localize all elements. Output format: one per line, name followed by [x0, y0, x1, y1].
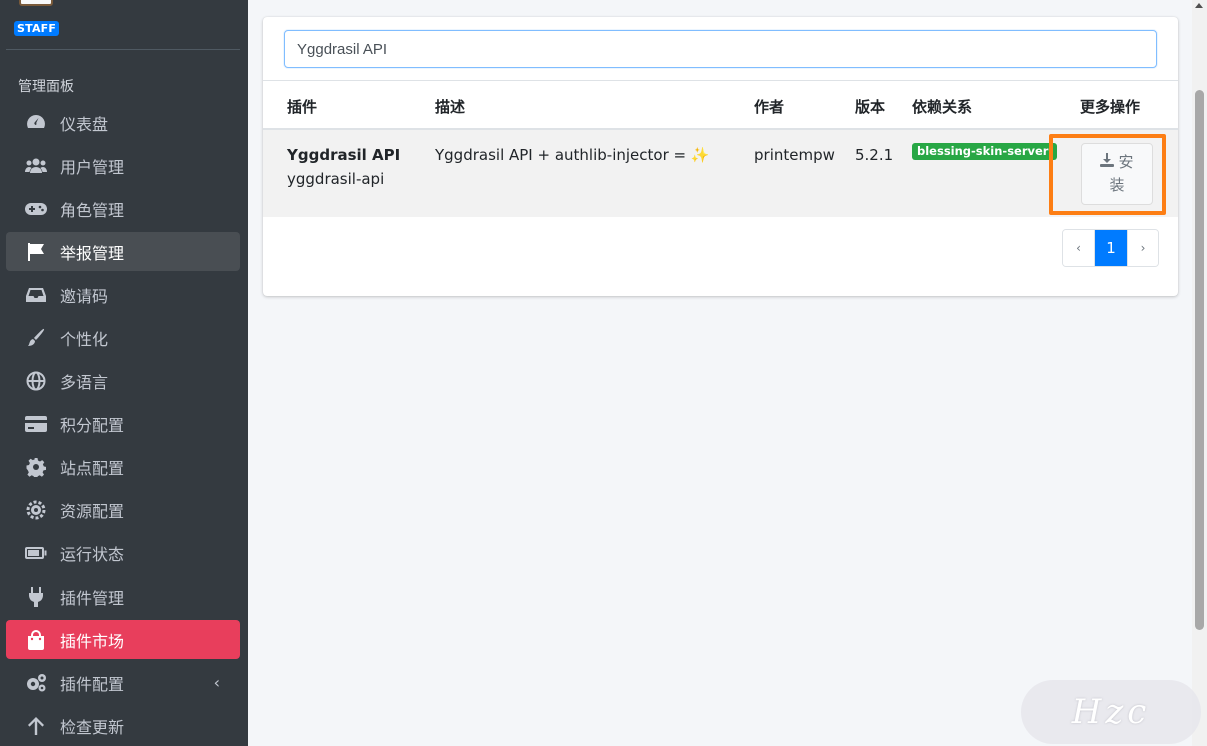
sidebar-item-score[interactable]: 积分配置: [6, 405, 240, 444]
sidebar-item-users[interactable]: 用户管理: [6, 146, 240, 185]
sidebar-item-label: 运行状态: [60, 545, 125, 565]
dependency-badge: blessing-skin-server: ^6: [912, 143, 1057, 160]
tachometer-icon: [24, 111, 48, 135]
arrow-up-icon: [24, 714, 48, 738]
sidebar-item-label: 积分配置: [60, 416, 125, 436]
sidebar-item-label: 仪表盘: [60, 114, 109, 134]
search-input[interactable]: [284, 30, 1157, 68]
sidebar-divider: [6, 49, 240, 50]
sidebar-item-label: 插件配置: [60, 674, 125, 694]
column-header-dependencies[interactable]: 依赖关系: [912, 96, 972, 117]
sidebar-item-status[interactable]: 运行状态: [6, 534, 240, 573]
plug-icon: [24, 585, 48, 609]
sidebar-item-plugins-config[interactable]: 插件配置 ‹: [6, 663, 240, 702]
plugin-title: Yggdrasil API: [287, 146, 401, 164]
cogs-icon: [24, 671, 48, 695]
plugin-author: printempw: [754, 146, 835, 164]
watermark: Hzc: [1021, 680, 1201, 744]
sidebar-item-label: 插件市场: [60, 631, 125, 651]
logo[interactable]: [19, 0, 53, 6]
plugin-description: Yggdrasil API + authlib-injector = ✨: [435, 146, 710, 164]
sidebar-item-label: 站点配置: [60, 459, 125, 479]
scroll-thumb[interactable]: [1195, 90, 1204, 630]
nav-header: 管理面板: [18, 79, 74, 95]
sidebar-item-label: 插件管理: [60, 588, 125, 608]
column-header-author[interactable]: 作者: [754, 96, 784, 117]
sidebar-item-reports[interactable]: 举报管理: [6, 232, 240, 272]
plugin-version: 5.2.1: [855, 146, 894, 164]
main-content: 插件 描述 作者 版本 依赖关系 更多操作 Yggdrasil API yggd…: [248, 0, 1192, 746]
pagination-prev[interactable]: ‹: [1063, 230, 1094, 266]
flag-icon: [24, 240, 48, 264]
sidebar-item-customize[interactable]: 个性化: [6, 318, 240, 357]
pagination: ‹ 1 ›: [1062, 229, 1159, 267]
annotation-highlight-box: [1049, 134, 1166, 215]
shopping-bag-icon: [24, 628, 48, 652]
credit-card-icon: [24, 412, 48, 436]
sidebar-item-invitation-codes[interactable]: 邀请码: [6, 275, 240, 314]
sidebar-item-resources[interactable]: 资源配置: [6, 491, 240, 530]
sidebar-item-label: 角色管理: [60, 200, 125, 220]
pagination-next[interactable]: ›: [1127, 230, 1158, 266]
sidebar-item-label: 邀请码: [60, 286, 109, 306]
pagination-page-current[interactable]: 1: [1094, 230, 1127, 266]
sidebar-item-label: 用户管理: [60, 157, 125, 177]
sidebar-item-roles[interactable]: 角色管理: [6, 189, 240, 228]
sidebar-item-label: 举报管理: [60, 243, 125, 263]
sidebar-item-dashboard[interactable]: 仪表盘: [6, 103, 240, 142]
column-header-version[interactable]: 版本: [855, 96, 885, 117]
cog-alt-icon: [24, 498, 48, 522]
sidebar-item-i18n[interactable]: 多语言: [6, 362, 240, 401]
sidebar-item-update[interactable]: 检查更新: [6, 706, 240, 745]
column-header-plugin[interactable]: 插件: [287, 96, 317, 117]
sidebar-item-plugins-manage[interactable]: 插件管理: [6, 577, 240, 616]
page-scrollbar[interactable]: [1192, 0, 1207, 746]
sidebar: STAFF 管理面板 仪表盘 用户管理 角色管理 举报管理 邀请码 个性化 多语…: [0, 0, 248, 746]
users-icon: [24, 154, 48, 178]
inbox-icon: [24, 283, 48, 307]
sidebar-item-label: 资源配置: [60, 502, 125, 522]
gamepad-icon: [24, 197, 48, 221]
sidebar-item-label: 个性化: [60, 329, 109, 349]
paint-brush-icon: [24, 326, 48, 350]
staff-badge: STAFF: [14, 21, 60, 36]
sidebar-item-plugins-market[interactable]: 插件市场: [6, 620, 240, 660]
globe-icon: [24, 369, 48, 393]
market-card: 插件 描述 作者 版本 依赖关系 更多操作 Yggdrasil API yggd…: [263, 17, 1178, 296]
column-header-description[interactable]: 描述: [435, 96, 465, 117]
column-header-actions[interactable]: 更多操作: [1080, 96, 1140, 117]
plugin-id: yggdrasil-api: [287, 170, 385, 188]
table-top-border: [263, 80, 1178, 81]
nav-list: 仪表盘 用户管理 角色管理 举报管理 邀请码 个性化 多语言 积分配置 站点配置…: [6, 103, 240, 746]
sidebar-item-options[interactable]: 站点配置: [6, 448, 240, 487]
battery-icon: [24, 541, 48, 565]
sidebar-item-label: 多语言: [60, 373, 109, 393]
scroll-up-arrow-icon[interactable]: [1195, 3, 1203, 8]
chevron-left-icon[interactable]: ‹: [214, 673, 220, 692]
sidebar-item-label: 检查更新: [60, 717, 125, 737]
cog-icon: [24, 455, 48, 479]
